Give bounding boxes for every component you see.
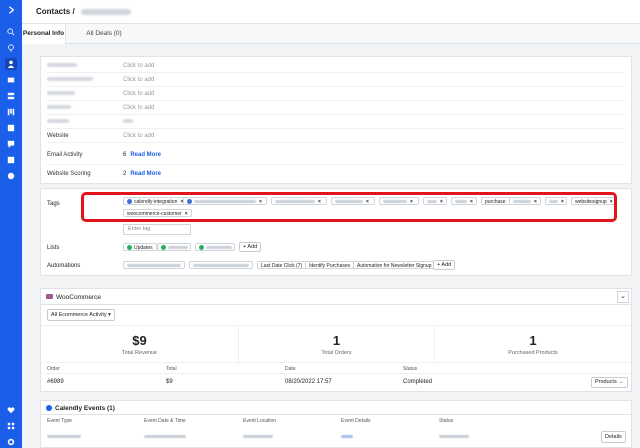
collapse-chevron-icon[interactable]: ⌄ bbox=[617, 291, 629, 303]
list-icon[interactable] bbox=[5, 122, 17, 134]
column-event-status: Status bbox=[439, 418, 454, 424]
order-number[interactable]: #6989 bbox=[47, 379, 64, 385]
tab-personal-info[interactable]: Personal Info bbox=[22, 24, 66, 44]
automation-chip[interactable]: Automation for Newsletter Signup bbox=[353, 261, 436, 269]
blurred-cell bbox=[243, 435, 273, 438]
field-value[interactable]: Click to add bbox=[123, 101, 154, 115]
email-activity-label: Email Activity bbox=[47, 152, 83, 158]
field-value bbox=[123, 115, 133, 129]
calendly-header: Calendly Events (1) bbox=[41, 401, 631, 415]
field-row: Click to add bbox=[47, 101, 625, 115]
ecommerce-activity-select[interactable]: All Ecommerce Activity ▾ bbox=[47, 309, 115, 321]
highlight-box bbox=[81, 192, 617, 222]
apps-icon[interactable] bbox=[5, 420, 17, 432]
website-scoring-count: 2 bbox=[123, 171, 127, 177]
blurred-cell[interactable] bbox=[341, 435, 353, 438]
order-date: 08/20/2022 17:57 bbox=[285, 379, 332, 385]
website-label: Website bbox=[47, 133, 69, 139]
top-bar: Contacts / bbox=[22, 0, 640, 24]
list-chip[interactable] bbox=[195, 243, 235, 251]
breadcrumb: Contacts / bbox=[36, 7, 131, 16]
order-total: $9 bbox=[166, 379, 173, 385]
automation-chip[interactable] bbox=[189, 261, 253, 269]
calendly-icon bbox=[46, 405, 52, 411]
enter-tag-input[interactable]: Enter tag bbox=[123, 224, 191, 235]
column-event-location: Event Location bbox=[243, 418, 277, 424]
automations-label: Automations bbox=[47, 263, 81, 269]
field-value[interactable]: Click to add bbox=[123, 59, 154, 73]
website-scoring-label: Website Scoring bbox=[47, 171, 91, 177]
metric-total-orders: 1 Total Orders bbox=[239, 326, 435, 364]
settings-icon[interactable] bbox=[5, 436, 17, 448]
heart-icon[interactable] bbox=[5, 404, 17, 416]
woocommerce-card: WooCommerce ⌄ All Ecommerce Activity ▾ $… bbox=[40, 288, 632, 392]
field-row-website-scoring: Website Scoring 2 Read More bbox=[47, 165, 625, 183]
reports-icon[interactable] bbox=[5, 170, 17, 182]
add-list-button[interactable]: + Add bbox=[239, 242, 262, 252]
list-chip[interactable] bbox=[157, 243, 191, 251]
contacts-icon[interactable] bbox=[5, 58, 17, 70]
logo-icon[interactable] bbox=[5, 4, 17, 16]
deals-icon[interactable] bbox=[5, 106, 17, 118]
breadcrumb-contacts[interactable]: Contacts / bbox=[36, 7, 75, 16]
conversations-icon[interactable] bbox=[5, 138, 17, 150]
automation-chip[interactable]: Identify Purchases bbox=[305, 261, 355, 269]
field-value[interactable]: Click to add bbox=[123, 87, 154, 101]
woocommerce-title: WooCommerce bbox=[56, 294, 102, 301]
blurred-cell bbox=[144, 435, 186, 438]
automation-chip[interactable]: Last Date Click (7) bbox=[257, 261, 307, 269]
column-total: Total bbox=[166, 366, 177, 372]
tab-all-deals[interactable]: All Deals (0) bbox=[66, 24, 142, 44]
field-row: Click to add bbox=[47, 87, 625, 101]
details-button[interactable]: Details bbox=[601, 431, 626, 443]
metric-purchased-products: 1 Purchased Products bbox=[508, 333, 558, 356]
segmentation-card: Tags calendly-integration × × × × × × × p… bbox=[40, 188, 632, 276]
website-value[interactable]: Click to add bbox=[123, 129, 154, 143]
email-activity-count: 6 bbox=[123, 152, 127, 158]
site-icon[interactable] bbox=[5, 154, 17, 166]
blurred-cell bbox=[439, 435, 469, 438]
products-button[interactable]: Products → bbox=[591, 377, 628, 388]
field-row: Click to add bbox=[47, 73, 625, 87]
woocommerce-icon bbox=[46, 294, 53, 299]
metric-total-revenue: $9 Total Revenue bbox=[41, 326, 239, 364]
column-status: Status bbox=[403, 366, 418, 372]
field-row-website: Website Click to add bbox=[47, 129, 625, 143]
blurred-cell bbox=[47, 435, 81, 438]
column-event-type: Event Type bbox=[47, 418, 72, 424]
metrics-row: $9 Total Revenue 1 Total Orders 1 Purchased… bbox=[41, 325, 631, 364]
mail-icon[interactable] bbox=[5, 74, 17, 86]
field-row-email-activity: Email Activity 6 Read More bbox=[47, 145, 625, 165]
automation-icon[interactable] bbox=[5, 90, 17, 102]
column-order: Order bbox=[47, 366, 60, 372]
automation-chip[interactable] bbox=[123, 261, 185, 269]
add-automation-button[interactable]: + Add bbox=[433, 260, 456, 270]
field-row bbox=[47, 115, 625, 129]
tab-bar: Personal Info All Deals (0) bbox=[22, 24, 640, 44]
calendly-card: Calendly Events (1) Event Type Event Dat… bbox=[40, 400, 632, 448]
app-sidebar bbox=[0, 0, 22, 448]
lists-label: Lists bbox=[47, 245, 60, 251]
location-icon[interactable] bbox=[5, 42, 17, 54]
contact-fields-card: Click to add Click to add Click to add C… bbox=[40, 56, 632, 184]
search-icon[interactable] bbox=[5, 26, 17, 38]
blurred-contact-name bbox=[80, 8, 131, 15]
calendly-title: Calendly Events (1) bbox=[55, 405, 115, 412]
woocommerce-header: WooCommerce ⌄ bbox=[41, 289, 631, 305]
email-activity-read-more[interactable]: Read More bbox=[130, 152, 161, 158]
column-event-details: Event Details bbox=[341, 418, 371, 424]
website-scoring-read-more[interactable]: Read More bbox=[130, 171, 161, 177]
field-row: Click to add bbox=[47, 59, 625, 73]
column-date: Date bbox=[285, 366, 296, 372]
column-event-date: Event Date & Time bbox=[144, 418, 186, 424]
tags-label: Tags bbox=[47, 201, 60, 207]
order-status: Completed bbox=[403, 379, 433, 385]
field-value[interactable]: Click to add bbox=[123, 73, 154, 87]
list-chip[interactable]: Updates bbox=[123, 243, 157, 251]
